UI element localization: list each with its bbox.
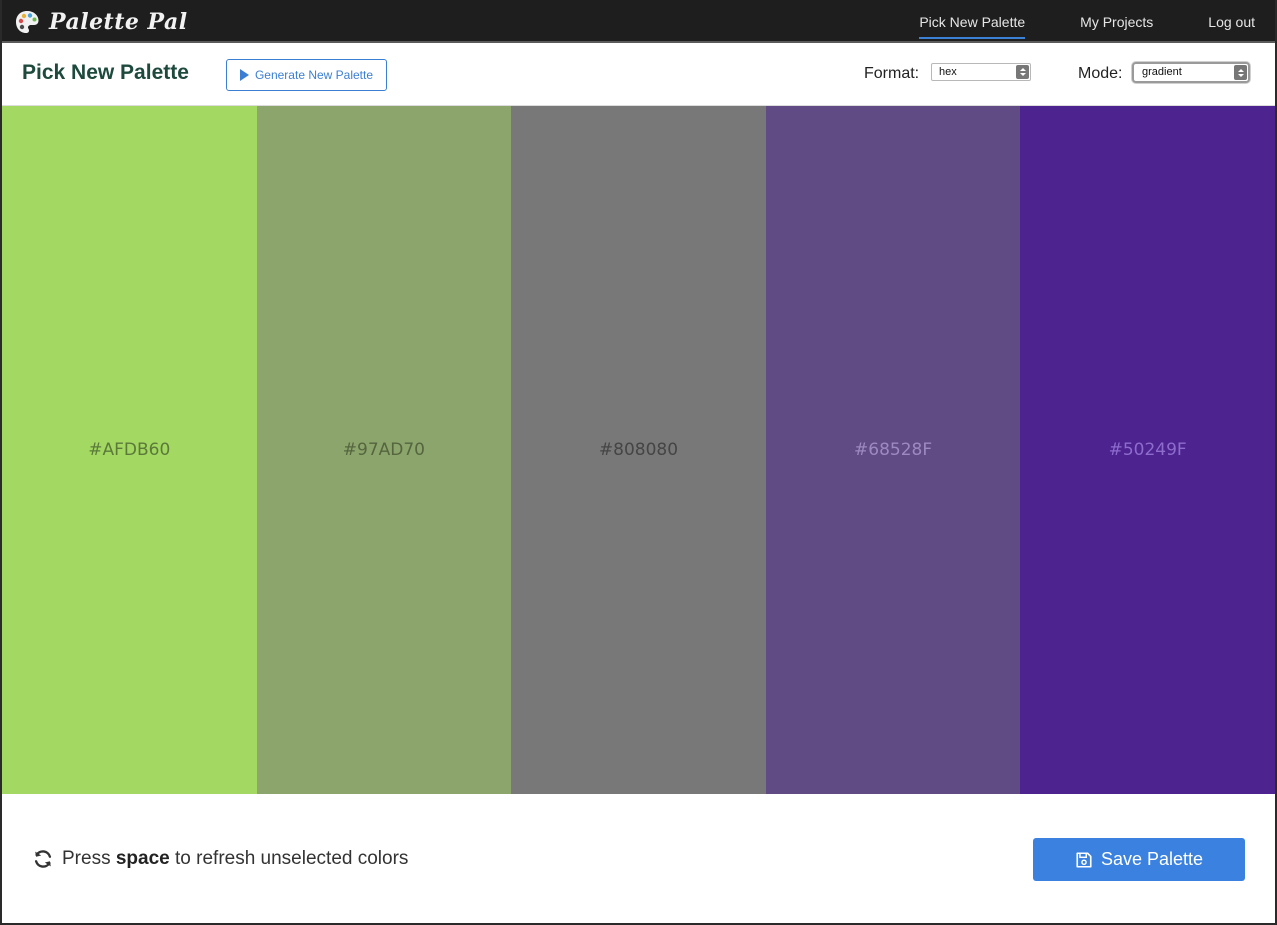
refresh-icon	[34, 850, 52, 868]
generate-new-palette-button[interactable]: Generate New Palette	[226, 59, 387, 91]
page-title: Pick New Palette	[22, 61, 189, 84]
color-swatch[interactable]: #68528F	[765, 106, 1021, 794]
select-arrows-icon	[1016, 65, 1029, 79]
mode-select-value: gradient	[1142, 66, 1182, 78]
save-palette-button[interactable]: Save Palette	[1033, 838, 1245, 881]
select-arrows-icon	[1234, 65, 1247, 80]
top-navbar: Palette Pal Pick New Palette My Projects…	[2, 0, 1275, 43]
app-window: Palette Pal Pick New Palette My Projects…	[0, 0, 1277, 925]
mode-select[interactable]: gradient	[1132, 62, 1250, 83]
brand-name: Palette Pal	[49, 9, 188, 35]
swatch-hex-label: #68528F	[854, 440, 933, 460]
hint-key: space	[115, 848, 170, 869]
format-select[interactable]: hex	[931, 63, 1031, 81]
color-swatch[interactable]: #50249F	[1020, 106, 1275, 794]
format-select-value: hex	[939, 66, 957, 78]
color-swatches: #AFDB60 #97AD70 #808080 #68528F #50249F	[2, 106, 1275, 794]
nav-my-projects[interactable]: My Projects	[1080, 0, 1153, 43]
swatch-hex-label: #AFDB60	[88, 440, 171, 460]
color-swatch[interactable]: #AFDB60	[2, 106, 257, 794]
swatch-hex-label: #808080	[598, 440, 679, 460]
mode-label: Mode:	[1078, 65, 1123, 82]
generate-button-label: Generate New Palette	[254, 68, 374, 82]
play-icon	[239, 69, 249, 81]
palette-toolbar: Pick New Palette Generate New Palette Fo…	[2, 45, 1275, 106]
hint-suffix: to refresh unselected colors	[175, 848, 409, 869]
nav-links: Pick New Palette My Projects Log out	[864, 0, 1255, 43]
swatch-hex-label: #97AD70	[342, 440, 425, 460]
refresh-hint: Press space to refresh unselected colors	[32, 848, 408, 870]
palette-logo-icon	[16, 11, 39, 33]
nav-log-out[interactable]: Log out	[1208, 0, 1255, 43]
floppy-disk-icon	[1076, 851, 1092, 868]
color-swatch[interactable]: #97AD70	[256, 106, 512, 794]
palette-footer: Press space to refresh unselected colors…	[2, 794, 1275, 923]
save-button-label: Save Palette	[1100, 849, 1204, 869]
brand[interactable]: Palette Pal	[14, 7, 188, 37]
format-label: Format:	[864, 65, 920, 82]
hint-prefix: Press	[62, 848, 111, 869]
nav-pick-new-palette[interactable]: Pick New Palette	[919, 0, 1025, 43]
swatch-hex-label: #50249F	[1108, 440, 1187, 460]
color-swatch[interactable]: #808080	[511, 106, 766, 794]
